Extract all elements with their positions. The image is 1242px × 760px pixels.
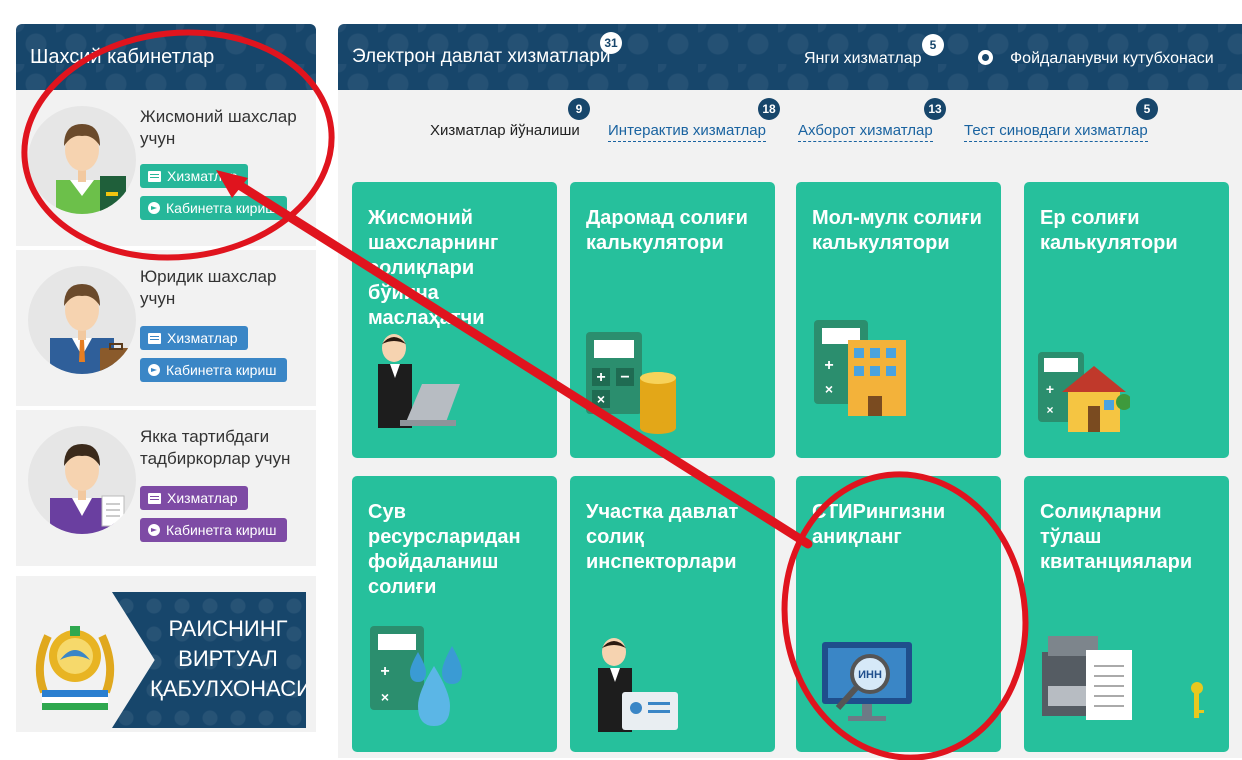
individuals-login-label: Кабинетга кириш xyxy=(166,200,277,216)
inn-label: ИНН xyxy=(858,669,882,681)
printer-receipt-icon xyxy=(1042,632,1212,739)
svg-text:−: − xyxy=(620,369,629,386)
services-grid: Жисмоний шахсларнинг солиқлари бўйича ма… xyxy=(338,160,1242,758)
cabinet-card-individuals: Жисмоний шахслар учун Хизматлар Кабинетг… xyxy=(16,90,316,248)
businessman-avatar-icon xyxy=(28,266,136,374)
cabinet-card-entrepreneurs: Якка тартибдаги тадбиркорлар учун Хизмат… xyxy=(16,410,316,568)
consultant-laptop-icon xyxy=(370,332,460,439)
virtual-reception-link[interactable]: РАИСНИНГ ВИРТУАЛ ҚАБУЛХОНАСИ xyxy=(16,576,316,732)
service-directions-link[interactable]: Хизматлар йўналиши xyxy=(430,122,580,139)
list-icon xyxy=(148,332,161,344)
interactive-count-badge: 18 xyxy=(758,98,780,120)
tile-title: СТИРингизни аниқланг xyxy=(812,501,946,548)
tile-tax-payment-receipts[interactable]: Солиқларни тўлаш квитанциялари xyxy=(1024,476,1229,752)
tile-land-tax-calculator[interactable]: Ер солиғи калькулятори + × xyxy=(1024,182,1229,458)
calculator-building-icon: + × xyxy=(814,318,910,425)
individuals-services-button[interactable]: Хизматлар xyxy=(140,164,248,188)
user-library-link[interactable]: Фойдаланувчи кутубхонаси xyxy=(1010,50,1214,68)
personal-cabinets-header: Шахсий кабинетлар xyxy=(16,24,316,90)
svg-text:×: × xyxy=(381,689,389,705)
lifebuoy-icon xyxy=(978,50,993,65)
list-icon xyxy=(148,170,161,182)
individuals-login-button[interactable]: Кабинетга кириш xyxy=(140,196,287,220)
tile-title: Ер солиғи калькулятори xyxy=(1040,207,1178,254)
services-panel: Электрон давлат хизматлари 31 Янги хизма… xyxy=(338,24,1242,758)
legal-services-label: Хизматлар xyxy=(167,330,238,346)
interactive-services-link[interactable]: Интерактив хизматлар xyxy=(608,122,766,142)
personal-cabinets-panel: Шахсий кабинетлар Жисмоний шахслар учун … xyxy=(16,24,316,746)
info-services-link[interactable]: Ахборот хизматлар xyxy=(798,122,933,142)
individuals-title: Жисмоний шахслар учун xyxy=(140,107,297,148)
eservices-link[interactable]: Электрон давлат хизматлари xyxy=(352,46,611,68)
tile-title: Мол-мулк солиғи калькулятори xyxy=(812,207,982,254)
login-icon xyxy=(148,202,160,214)
reception-line-3: ҚАБУЛХОНАСИ xyxy=(150,676,306,701)
login-icon xyxy=(148,364,160,376)
tile-title: Участка давлат солиқ инспекторлари xyxy=(586,501,739,573)
svg-text:+: + xyxy=(824,357,833,374)
eservices-count-badge: 31 xyxy=(600,32,622,54)
svg-text:+: + xyxy=(596,369,605,386)
svg-text:×: × xyxy=(597,391,605,407)
legal-services-button[interactable]: Хизматлар xyxy=(140,326,248,350)
entrepreneurs-login-label: Кабинетга кириш xyxy=(166,522,277,538)
reception-line-2: ВИРТУАЛ xyxy=(178,646,278,671)
tile-find-your-inn[interactable]: СТИРингизни аниқланг ИНН xyxy=(796,476,1001,752)
entrepreneurs-services-label: Хизматлар xyxy=(167,490,238,506)
info-count-badge: 13 xyxy=(924,98,946,120)
svg-text:+: + xyxy=(1046,381,1054,397)
services-top-bar: Электрон давлат хизматлари 31 Янги хизма… xyxy=(338,24,1242,90)
individuals-services-label: Хизматлар xyxy=(167,168,238,184)
entrepreneur-avatar-icon xyxy=(28,426,136,534)
login-icon xyxy=(148,524,160,536)
cabinet-card-legal-entities: Юридик шахслар учун Хизматлар Кабинетга … xyxy=(16,250,316,408)
inn-search-icon: ИНН xyxy=(818,636,918,743)
test-services-link[interactable]: Тест синовдаги хизматлар xyxy=(964,122,1148,142)
tile-district-tax-inspectors[interactable]: Участка давлат солиқ инспекторлари xyxy=(570,476,775,752)
legal-login-button[interactable]: Кабинетга кириш xyxy=(140,358,287,382)
svg-text:×: × xyxy=(825,381,833,397)
svg-text:×: × xyxy=(1046,403,1053,417)
inspector-card-icon xyxy=(592,636,682,739)
calculator-house-icon: + × xyxy=(1038,352,1132,443)
tile-water-resources-tax[interactable]: Сув ресурсларидан фойдаланиш солиғи + × xyxy=(352,476,557,752)
uzbekistan-emblem-icon xyxy=(30,596,120,716)
tile-individual-tax-consultant[interactable]: Жисмоний шахсларнинг солиқлари бўйича ма… xyxy=(352,182,557,458)
tile-property-tax-calculator[interactable]: Мол-мулк солиғи калькулятори + × xyxy=(796,182,1001,458)
reception-line-1: РАИСНИНГ xyxy=(168,616,288,641)
personal-cabinets-title: Шахсий кабинетлар xyxy=(30,46,215,68)
entrepreneurs-login-button[interactable]: Кабинетга кириш xyxy=(140,518,287,542)
tile-title: Жисмоний шахсларнинг солиқлари бўйича ма… xyxy=(368,207,499,329)
calculator-coins-icon: + − × xyxy=(586,332,686,443)
entrepreneurs-title: Якка тартибдаги тадбиркорлар учун xyxy=(140,427,291,468)
services-sub-bar: Хизматлар йўналиши 9 Интерактив хизматла… xyxy=(338,90,1242,160)
test-count-badge: 5 xyxy=(1136,98,1158,120)
tile-title: Сув ресурсларидан фойдаланиш солиғи xyxy=(368,501,521,598)
svg-text:+: + xyxy=(380,663,389,680)
directions-count-badge: 9 xyxy=(568,98,590,120)
tile-title: Солиқларни тўлаш квитанциялари xyxy=(1040,501,1193,573)
tile-income-tax-calculator[interactable]: Даромад солиғи калькулятори + − × xyxy=(570,182,775,458)
list-icon xyxy=(148,492,161,504)
individual-avatar-icon xyxy=(28,106,136,214)
legal-entities-title: Юридик шахслар учун xyxy=(140,267,277,308)
tile-title: Даромад солиғи калькулятори xyxy=(586,207,748,254)
legal-login-label: Кабинетга кириш xyxy=(166,362,277,378)
virtual-reception-banner: РАИСНИНГ ВИРТУАЛ ҚАБУЛХОНАСИ xyxy=(112,592,306,728)
new-services-count-badge: 5 xyxy=(922,34,944,56)
new-services-link[interactable]: Янги хизматлар xyxy=(804,50,922,68)
calculator-water-icon: + × xyxy=(370,626,466,739)
entrepreneurs-services-button[interactable]: Хизматлар xyxy=(140,486,248,510)
